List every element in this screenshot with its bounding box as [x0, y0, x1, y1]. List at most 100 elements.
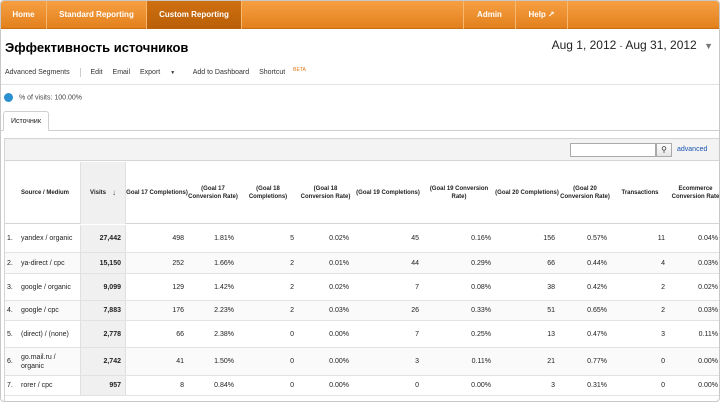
export-label: Export — [140, 69, 161, 77]
cell-g17c: 252 — [172, 259, 184, 267]
cell-g20c: 3 — [551, 382, 555, 389]
cell-visits: 9,099 — [80, 274, 126, 300]
header-goal18-rate[interactable]: (Goal 18 Conversion Rate) — [298, 162, 353, 224]
cell-g19r: 0.29% — [471, 259, 491, 267]
table-row[interactable]: 4. google / cpc 7,883 176 2.23% 2 0.03% 26 0.33%… — [5, 301, 719, 321]
cell-g18r: 0.03% — [329, 307, 349, 314]
cell-g19c: 3 — [415, 358, 419, 365]
nav-home[interactable]: Home — [1, 1, 47, 29]
cell-g17r: 1.66% — [214, 259, 234, 267]
header-transactions[interactable]: Transactions — [611, 162, 669, 224]
cell-src[interactable]: ya-direct / cpc — [21, 253, 80, 273]
date-separator: - — [619, 41, 623, 51]
cell-idx: 2. — [7, 259, 13, 267]
shortcut-button[interactable]: Shortcut BETA — [259, 67, 314, 76]
cell-g18c: 2 — [290, 259, 294, 267]
cell-g18r: 0.01% — [329, 259, 349, 267]
beta-badge: BETA — [293, 67, 306, 73]
cell-ecom: 0.04% — [698, 235, 718, 242]
nav-help-label: Help — [528, 10, 546, 19]
date-start: Aug 1, 2012 — [551, 38, 617, 52]
header-ecommerce-rate[interactable]: Ecommerce Conversion Rate — [669, 162, 719, 224]
cell-g18r: 0.00% — [329, 330, 349, 338]
email-button[interactable]: Email — [113, 69, 131, 76]
external-link-icon: ↗ — [547, 10, 555, 19]
tab-bar: Источник — [1, 111, 719, 131]
cell-g19r: 0.16% — [471, 235, 491, 242]
cell-g20r: 0.65% — [587, 307, 607, 314]
cell-idx: 5. — [7, 330, 13, 338]
cell-ecom: 0.00% — [698, 382, 718, 389]
table-row[interactable]: 7. rorer / cpc 957 8 0.84% 0 0.00% 0 0.00% 3 0.31%… — [5, 376, 719, 396]
analytics-window: Home Standard Reporting Custom Reporting… — [0, 0, 720, 402]
table-row[interactable]: 1. yandex / organic 27,442 498 1.81% 5 0.02% 45… — [5, 225, 719, 253]
nav-standard-reporting[interactable]: Standard Reporting — [47, 1, 147, 29]
cell-g19c: 26 — [411, 307, 419, 314]
cell-g17r: 1.42% — [214, 283, 234, 291]
cell-src[interactable]: yandex / organic — [21, 225, 80, 252]
cell-g20r: 0.47% — [587, 330, 607, 338]
nav-custom-reporting-label: Custom Reporting — [159, 10, 229, 19]
nav-admin[interactable]: Admin — [463, 1, 516, 29]
segment-percentage: % of visits: 100.00% — [19, 94, 83, 102]
toolbar-divider — [79, 67, 81, 77]
cell-g20c: 38 — [547, 283, 555, 291]
search-icon[interactable]: ⚲ — [656, 143, 672, 157]
header-goal19-completions[interactable]: (Goal 19 Completions) — [353, 162, 423, 224]
tab-source[interactable]: Источник — [3, 111, 49, 131]
nav-custom-reporting[interactable]: Custom Reporting — [147, 1, 242, 29]
cell-src[interactable]: (direct) / (none) — [21, 321, 80, 347]
cell-idx: 6. — [7, 358, 13, 365]
cell-g20r: 0.42% — [587, 283, 607, 291]
header-goal20-completions[interactable]: (Goal 20 Completions) — [495, 162, 559, 224]
header-goal17-completions[interactable]: Goal 17 Completions) — [126, 162, 188, 224]
header-source-medium[interactable]: Source / Medium — [21, 162, 81, 224]
cell-g17r: 2.23% — [214, 307, 234, 314]
export-button[interactable]: Export ▼ — [140, 69, 183, 76]
cell-g19c: 45 — [411, 235, 419, 242]
table-row[interactable]: 3. google / organic 9,099 129 1.42% 2 0.02% 7 0.… — [5, 274, 719, 301]
cell-g19r: 0.33% — [471, 307, 491, 314]
nav-help[interactable]: Help ↗ — [516, 1, 568, 29]
add-to-dashboard-button[interactable]: Add to Dashboard — [193, 69, 249, 76]
table-row[interactable]: 5. (direct) / (none) 2,778 66 2.38% 0 0.00% 7 0.… — [5, 321, 719, 348]
table-row[interactable]: 6. go.mail.ru / organic 2,742 41 1.50% 0 0.00%… — [5, 348, 719, 376]
cell-g20r: 0.57% — [587, 235, 607, 242]
cell-trans: 2 — [661, 283, 665, 291]
edit-button[interactable]: Edit — [91, 69, 103, 76]
table-search-input[interactable] — [570, 143, 656, 157]
header-goal19-rate[interactable]: (Goal 19 Conversion Rate) — [423, 162, 495, 224]
cell-g20c: 156 — [543, 235, 555, 242]
table-search-bar: ⚲ advanced — [5, 139, 719, 161]
table-row[interactable]: 2. ya-direct / cpc 15,150 252 1.66% 2 0.01% 44 0… — [5, 253, 719, 274]
cell-g17r: 1.50% — [214, 358, 234, 365]
cell-g17c: 66 — [176, 330, 184, 338]
date-range-picker[interactable]: Aug 1, 2012 - Aug 31, 2012 ▼ — [552, 38, 713, 52]
header-goal20-rate[interactable]: (Goal 20 Conversion Rate) — [559, 162, 611, 224]
cell-g19c: 0 — [415, 382, 419, 389]
chevron-down-icon: ▼ — [704, 41, 713, 51]
cell-g19r: 0.08% — [471, 283, 491, 291]
cell-trans: 0 — [661, 358, 665, 365]
cell-src[interactable]: google / cpc — [21, 301, 80, 320]
header-goal17-rate[interactable]: (Goal 17 Conversion Rate) — [188, 162, 238, 224]
cell-src[interactable]: go.mail.ru / organic — [21, 348, 80, 375]
advanced-segments-button[interactable]: Advanced Segments — [5, 69, 70, 76]
cell-trans: 0 — [661, 382, 665, 389]
cell-src[interactable]: rorer / cpc — [21, 376, 80, 395]
cell-ecom: 0.03% — [698, 259, 718, 267]
cell-g20c: 13 — [547, 330, 555, 338]
cell-g17r: 2.38% — [214, 330, 234, 338]
cell-idx: 7. — [7, 382, 13, 389]
cell-visits: 7,883 — [80, 301, 126, 320]
cell-visits: 15,150 — [80, 253, 126, 273]
header-visits[interactable]: Visits ↓ — [80, 162, 126, 224]
page-title: Эффективность источников — [5, 40, 189, 55]
cell-g18c: 0 — [290, 382, 294, 389]
cell-src[interactable]: google / organic — [21, 274, 80, 300]
cell-g19c: 7 — [415, 283, 419, 291]
cell-g19r: 0.11% — [471, 358, 491, 365]
advanced-filter-link[interactable]: advanced — [677, 146, 707, 153]
header-goal18-completions[interactable]: (Goal 18 Completions) — [238, 162, 298, 224]
cell-visits: 27,442 — [80, 225, 126, 252]
